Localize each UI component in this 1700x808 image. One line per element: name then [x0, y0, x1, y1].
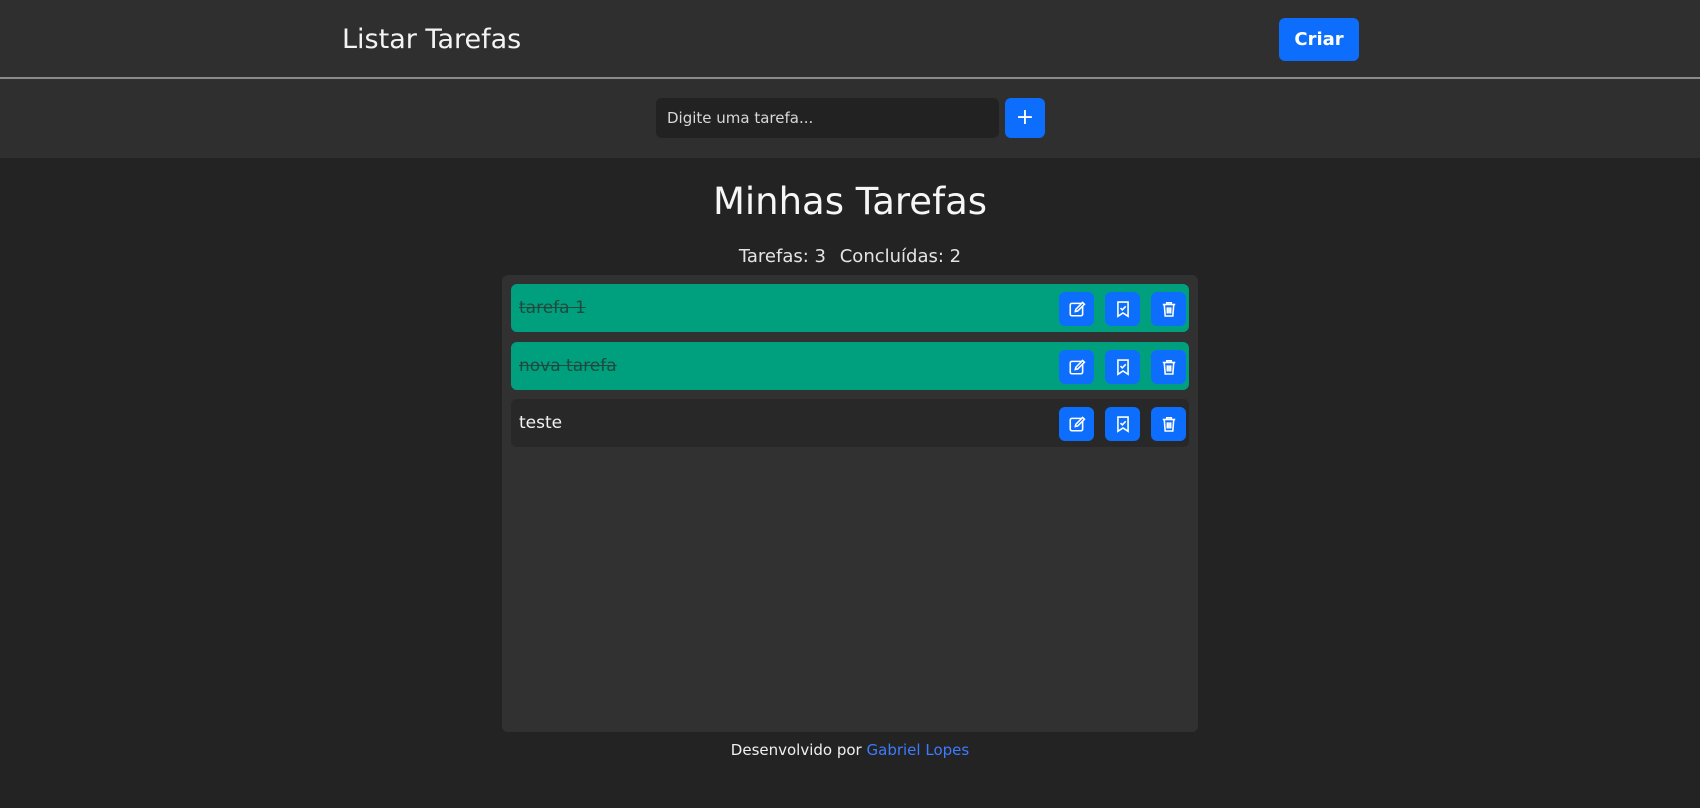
trash-icon [1162, 302, 1175, 317]
delete-task-button[interactable] [1151, 350, 1186, 384]
author-link[interactable]: Gabriel Lopes [867, 741, 970, 759]
add-task-button[interactable]: + [1005, 98, 1045, 138]
total-tasks-count: 3 [814, 246, 826, 267]
task-stats: Tarefas: 3 Concluídas: 2 [0, 245, 1700, 269]
trash-icon [1162, 360, 1175, 375]
page-title: Minhas Tarefas [712, 180, 988, 223]
total-tasks-label: Tarefas: [738, 246, 809, 267]
complete-task-button[interactable] [1105, 350, 1140, 384]
create-button[interactable]: Criar [1279, 18, 1359, 61]
task-input[interactable] [656, 98, 999, 138]
footer: Desenvolvido por Gabriel Lopes [0, 740, 1700, 760]
bookmark-check-icon [1116, 301, 1129, 318]
app-title: Listar Tarefas [342, 24, 522, 55]
delete-task-button[interactable] [1151, 292, 1186, 326]
bookmark-check-icon [1116, 416, 1129, 433]
edit-icon [1068, 416, 1086, 432]
edit-icon [1068, 301, 1086, 317]
task-input-bar: + [0, 79, 1700, 158]
task-item: teste [511, 399, 1189, 447]
trash-icon [1162, 417, 1175, 432]
navbar: Listar Tarefas Criar [0, 0, 1700, 79]
edit-icon [1068, 359, 1086, 375]
done-tasks-stat: Concluídas: 2 [840, 246, 961, 267]
edit-task-button[interactable] [1059, 407, 1094, 441]
footer-prefix: Desenvolvido por [730, 741, 862, 759]
bookmark-check-icon [1116, 359, 1129, 376]
done-tasks-label: Concluídas: [839, 246, 944, 267]
complete-task-button[interactable] [1105, 292, 1140, 326]
delete-task-button[interactable] [1151, 407, 1186, 441]
task-text: tarefa 1 [519, 298, 586, 318]
edit-task-button[interactable] [1059, 292, 1094, 326]
task-item: tarefa 1 [511, 284, 1189, 332]
complete-task-button[interactable] [1105, 407, 1140, 441]
total-tasks-stat: Tarefas: 3 [739, 246, 826, 267]
task-list: tarefa 1 nova tarefa teste [502, 275, 1198, 732]
done-tasks-count: 2 [949, 246, 962, 267]
task-item: nova tarefa [511, 342, 1189, 390]
task-text: nova tarefa [519, 356, 617, 376]
edit-task-button[interactable] [1059, 350, 1094, 384]
task-text: teste [519, 413, 563, 433]
